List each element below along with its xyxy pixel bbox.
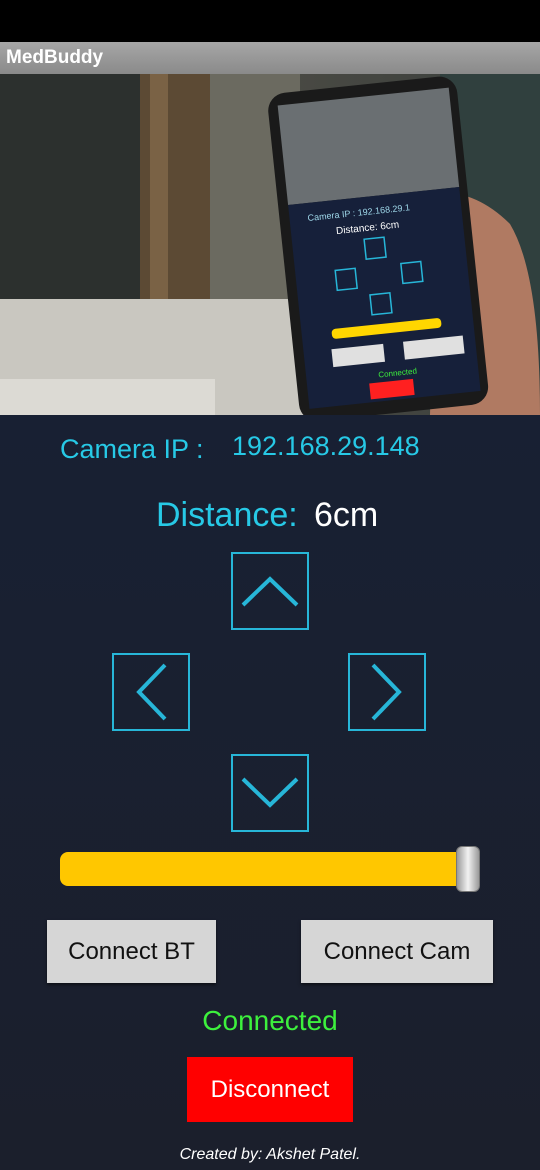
left-button[interactable] [112, 653, 190, 731]
connect-cam-button[interactable]: Connect Cam [301, 920, 493, 983]
distance-label: Distance: [156, 496, 298, 534]
connection-status: Connected [202, 1005, 338, 1036]
connect-bt-button[interactable]: Connect BT [47, 920, 216, 983]
chevron-left-icon [136, 663, 167, 721]
disconnect-button[interactable]: Disconnect [187, 1057, 353, 1122]
status-bar [0, 0, 540, 42]
right-button[interactable] [348, 653, 426, 731]
camera-ip-value: 192.168.29.148 [232, 431, 420, 461]
chevron-up-icon [241, 576, 299, 607]
footer-credit: Created by: Akshet Patel. [179, 1146, 361, 1163]
speed-slider-track[interactable] [60, 852, 480, 886]
chevron-right-icon [371, 663, 402, 721]
down-button[interactable] [231, 754, 309, 832]
camera-feed: Camera IP : 192.168.29.1 Distance: 6cm C… [0, 74, 540, 415]
distance-value: 6cm [314, 496, 379, 534]
speed-slider-thumb[interactable] [456, 846, 480, 892]
camera-ip-label: Camera IP : [60, 434, 204, 464]
up-button[interactable] [231, 552, 309, 630]
chevron-down-icon [241, 777, 299, 808]
app-title: MedBuddy [0, 42, 540, 74]
camera-feed-image: Camera IP : 192.168.29.1 Distance: 6cm C… [0, 74, 540, 415]
